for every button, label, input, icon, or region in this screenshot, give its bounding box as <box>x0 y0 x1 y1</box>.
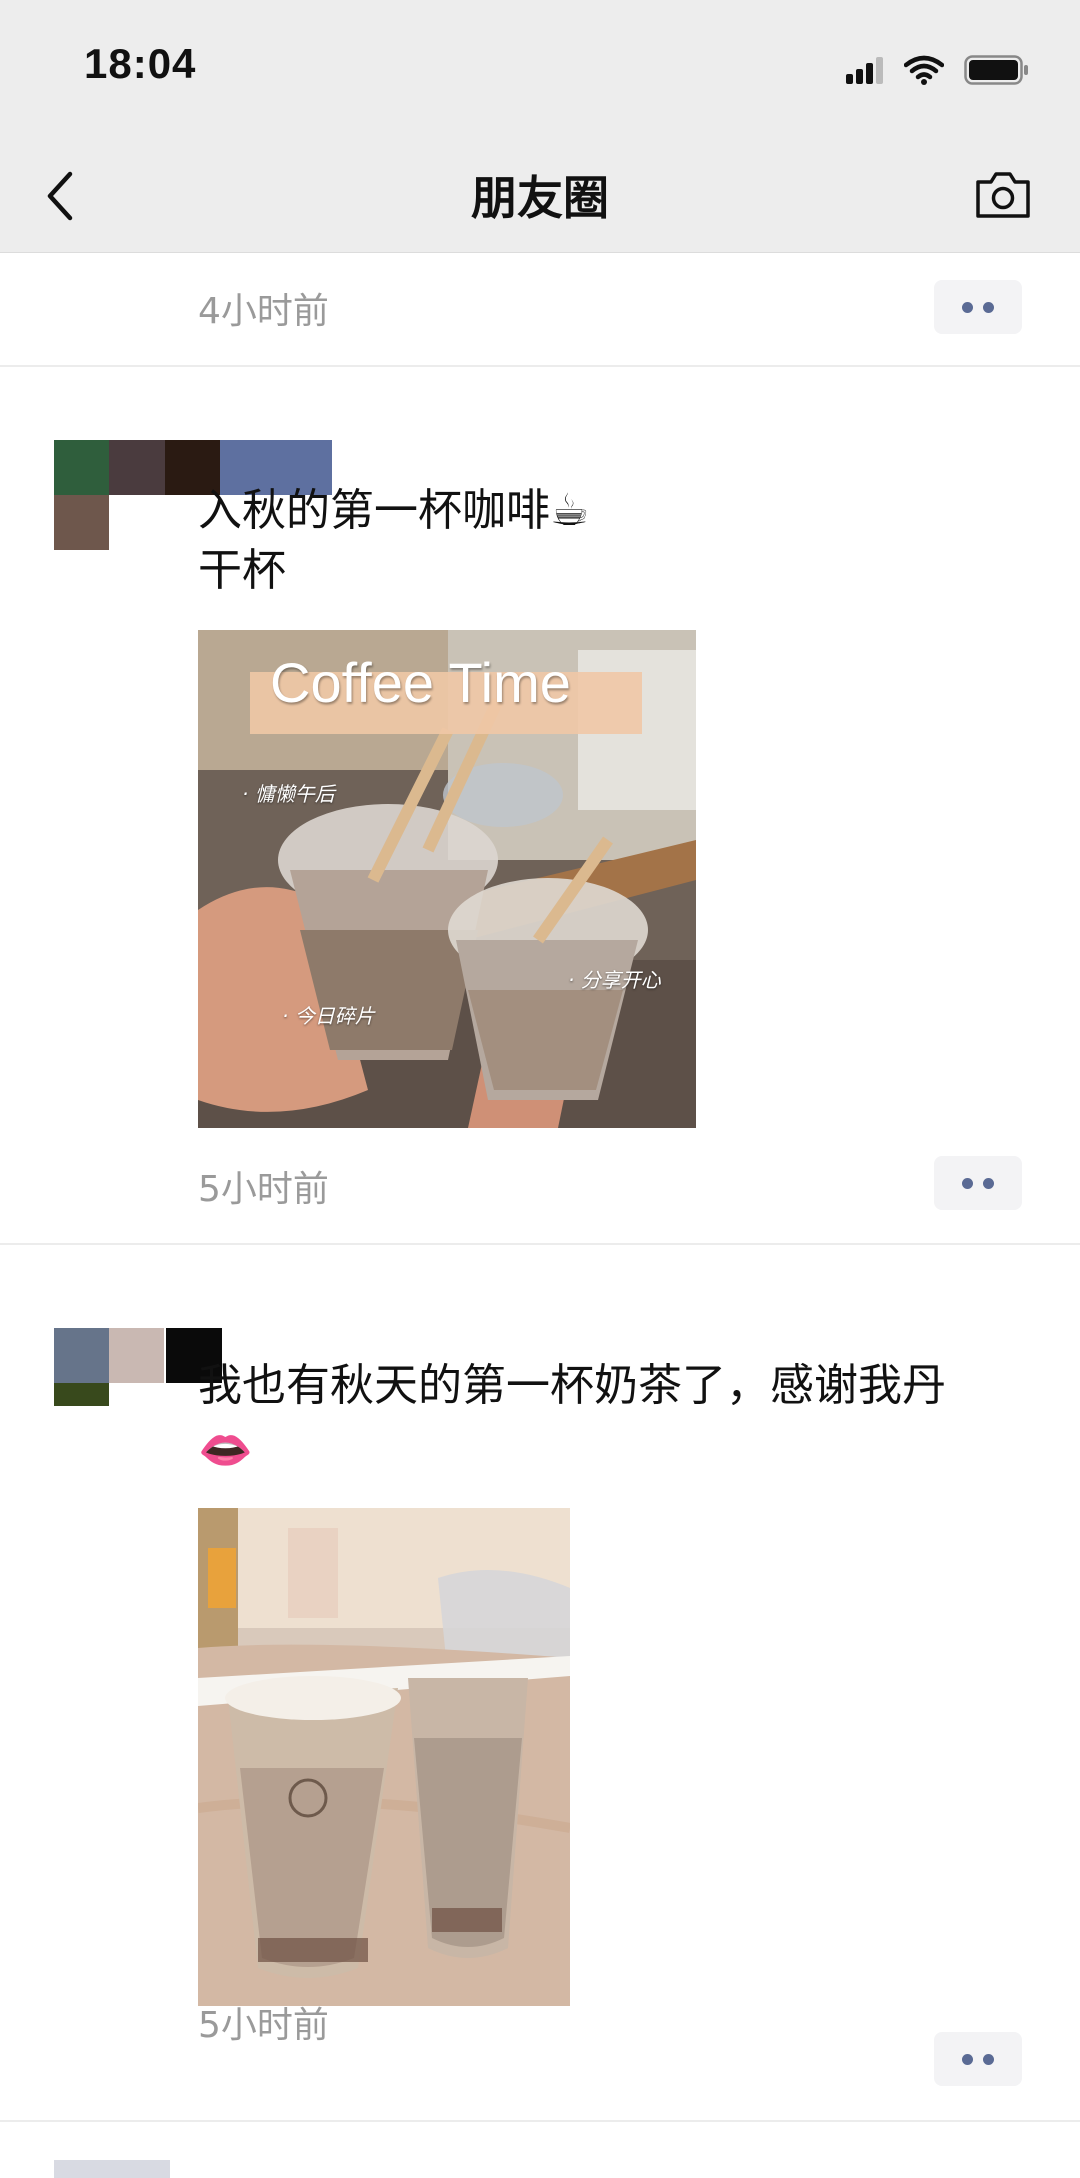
photo-label: · 分享开心 <box>568 968 661 992</box>
post-time: 4小时前 <box>198 291 329 332</box>
post-time: 5小时前 <box>198 2005 329 2046</box>
more-button[interactable] <box>934 1156 1022 1210</box>
avatar[interactable] <box>54 2160 170 2178</box>
camera-button[interactable] <box>974 168 1032 220</box>
status-icons <box>846 50 1030 90</box>
more-button[interactable] <box>934 2032 1022 2086</box>
prev-post: 4小时前 <box>0 252 1080 366</box>
more-icon <box>962 301 973 313</box>
nav-bar: 朋友圈 <box>0 140 1080 253</box>
page-title: 朋友圈 <box>471 171 609 225</box>
post-time: 5小时前 <box>198 1169 329 1210</box>
signal-icon <box>846 57 883 84</box>
more-icon <box>962 2053 973 2065</box>
post-text: 入秋的第一杯咖啡☕ <box>198 485 590 536</box>
status-time: 18:04 <box>84 40 197 87</box>
post-text: 干杯 <box>198 545 286 596</box>
divider <box>0 2120 1080 2122</box>
photo-label: · 慵懒午后 <box>242 782 335 806</box>
divider <box>0 365 1080 367</box>
more-icon <box>962 1177 973 1189</box>
photo-label: · 今日碎片 <box>282 1004 375 1028</box>
more-button[interactable] <box>934 280 1022 334</box>
divider <box>0 1243 1080 1245</box>
battery-icon <box>964 55 1028 85</box>
milk-tea-photo-illustration <box>198 1508 570 2006</box>
post-photo[interactable]: Coffee Time · 慵懒午后 · 今日碎片 · 分享开心 <box>198 630 696 1128</box>
wifi-icon <box>904 55 944 85</box>
avatar[interactable] <box>54 1290 170 1406</box>
status-bar: 18:04 <box>0 0 1080 140</box>
photo-title: Coffee Time <box>270 651 571 714</box>
post-text: 👄 <box>198 1425 253 1476</box>
post-photo[interactable] <box>198 1508 570 2006</box>
post-text: 我也有秋天的第一杯奶茶了，感谢我丹 <box>198 1360 946 1411</box>
camera-icon <box>976 172 1030 218</box>
